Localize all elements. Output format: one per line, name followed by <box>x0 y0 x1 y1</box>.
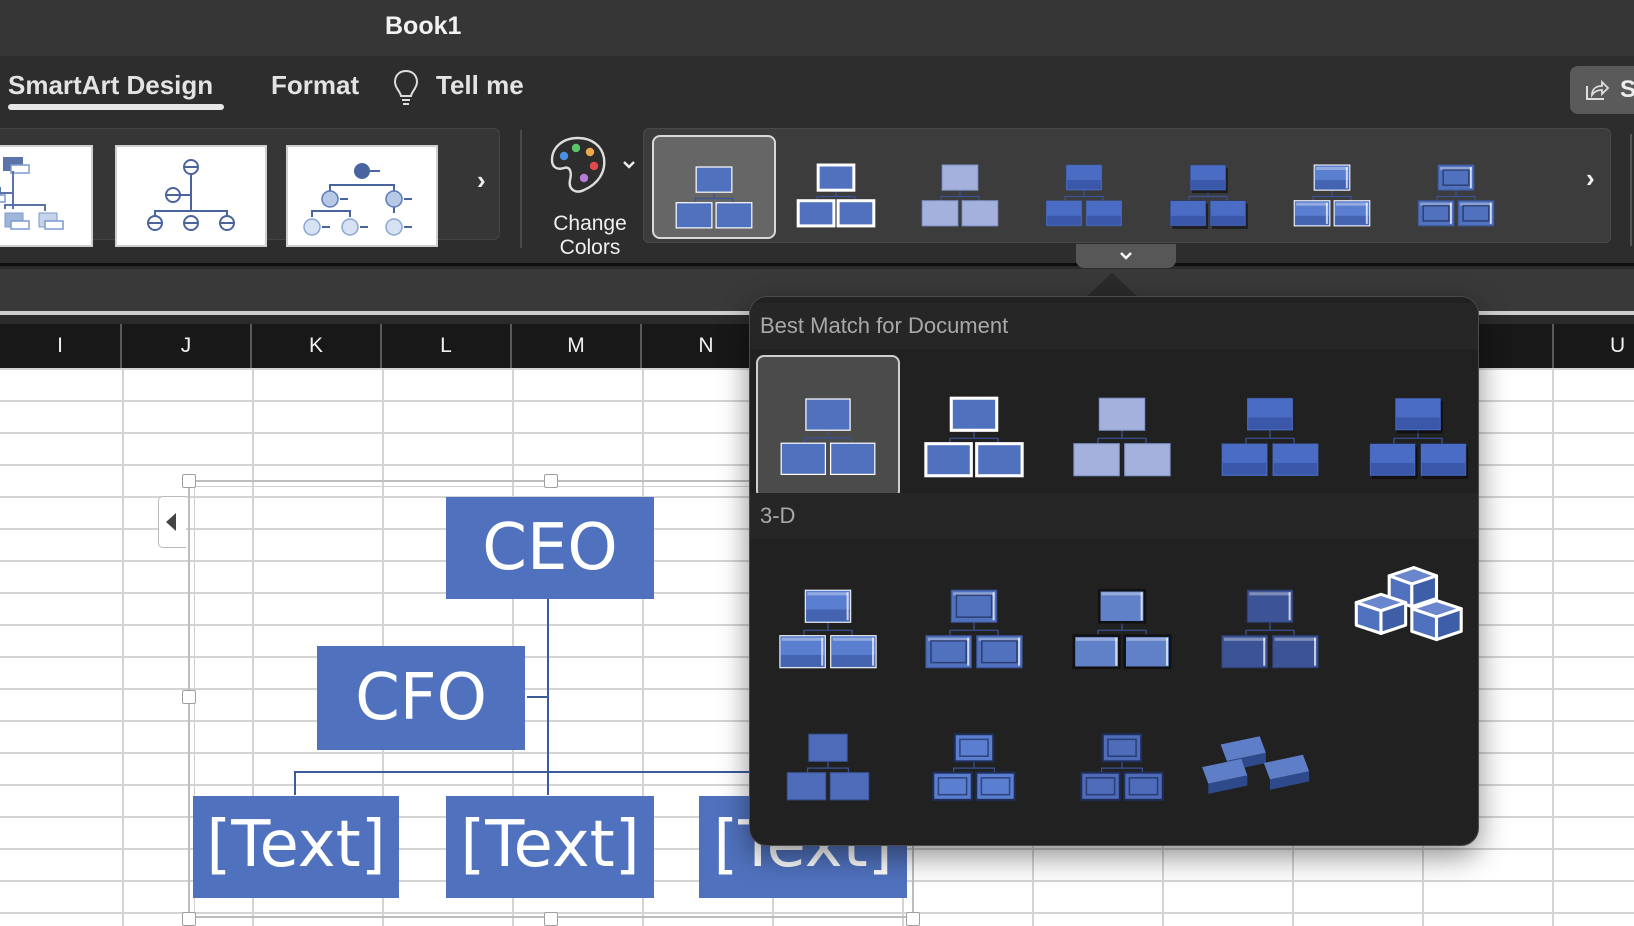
layouts-next-icon[interactable]: › <box>477 165 486 196</box>
tab-smartart-design[interactable]: SmartArt Design <box>8 70 213 101</box>
style-thumb-subtle-effect[interactable] <box>900 135 1024 239</box>
column-header-u[interactable]: U <box>1552 324 1634 368</box>
popup-style-brick-scene[interactable] <box>1346 547 1478 691</box>
style-thumb-intense-effect[interactable] <box>1148 135 1272 239</box>
smartart-node-text[interactable]: [Text] <box>446 796 654 898</box>
popup-pointer <box>1086 273 1138 297</box>
lightbulb-icon[interactable] <box>392 68 420 108</box>
birds-eye-scene-icon <box>1202 736 1310 794</box>
resize-handle-left[interactable] <box>182 690 196 704</box>
smartart-node-cfo[interactable]: CFO <box>317 646 525 750</box>
resize-handle-bottom-left[interactable] <box>182 912 196 926</box>
connector-line <box>294 771 296 795</box>
connector-line <box>294 771 794 773</box>
document-title: Book1 <box>385 12 462 40</box>
resize-handle-top[interactable] <box>544 474 558 488</box>
ribbon-separator <box>1630 134 1632 246</box>
style-thumb-simple-fill[interactable] <box>652 135 776 239</box>
popup-style-moderate-effect[interactable] <box>1198 355 1342 499</box>
layout-thumb-org-chart[interactable] <box>0 145 93 247</box>
popup-style-intense-effect[interactable] <box>1346 355 1478 499</box>
smartart-styles-gallery: › <box>643 128 1611 243</box>
title-bar: Book1 <box>0 0 1634 56</box>
resize-handle-bottom[interactable] <box>544 912 558 926</box>
column-header-j[interactable]: J <box>122 324 252 368</box>
section-header-3d: 3-D <box>750 493 1478 539</box>
column-header-i[interactable]: I <box>0 324 122 368</box>
style-thumb-inset[interactable] <box>1396 135 1520 239</box>
active-tab-indicator <box>8 104 224 110</box>
styles-next-icon[interactable]: › <box>1586 163 1595 194</box>
popup-style-metallic-scene[interactable] <box>902 691 1046 835</box>
popup-style-sunset-scene[interactable] <box>1050 691 1194 835</box>
change-colors-dropdown-icon <box>623 161 635 169</box>
connector-line <box>527 696 549 698</box>
layouts-gallery: › <box>0 128 500 247</box>
share-label: S <box>1620 76 1634 103</box>
popup-style-cartoon[interactable] <box>1050 547 1194 691</box>
style-thumb-white-outline[interactable] <box>776 135 900 239</box>
layout-thumb-circle-hierarchy[interactable] <box>286 145 438 247</box>
popup-style-polished[interactable] <box>756 547 900 691</box>
expand-styles-button[interactable] <box>1076 244 1176 268</box>
change-colors-label-2: Colors <box>559 236 621 259</box>
smartart-styles-popup: Best Match for Document 3-D <box>749 296 1479 846</box>
smartart-node-text[interactable]: [Text] <box>193 796 399 898</box>
share-button[interactable]: S <box>1570 66 1634 114</box>
style-thumb-moderate-effect[interactable] <box>1024 135 1148 239</box>
change-colors-label-1: Change <box>553 212 627 235</box>
tab-format[interactable]: Format <box>271 70 359 101</box>
popup-style-inset[interactable] <box>902 547 1046 691</box>
ribbon-tab-bar: SmartArt Design Format Tell me S <box>0 56 1634 120</box>
section-header-best-match: Best Match for Document <box>750 303 1478 349</box>
ribbon-separator <box>520 130 522 248</box>
popup-style-simple-fill[interactable] <box>756 355 900 499</box>
popup-style-birds-eye-scene[interactable] <box>1198 691 1342 835</box>
ribbon: › Change Colors › <box>0 120 1634 268</box>
column-header-k[interactable]: K <box>252 324 382 368</box>
layout-thumb-hierarchy-circles[interactable] <box>115 145 267 247</box>
popup-style-powder[interactable] <box>1198 547 1342 691</box>
popup-style-flat-scene[interactable] <box>756 691 900 835</box>
resize-handle-top-left[interactable] <box>182 474 196 488</box>
style-thumb-polished[interactable] <box>1272 135 1396 239</box>
caret-left-icon <box>166 513 176 531</box>
palette-icon <box>550 136 606 193</box>
change-colors-button[interactable]: Change Colors <box>540 130 640 259</box>
share-icon <box>1586 79 1610 100</box>
resize-handle-bottom-right[interactable] <box>906 912 920 926</box>
text-pane-toggle[interactable] <box>158 496 186 548</box>
brick-scene-icon <box>1354 566 1463 642</box>
tell-me-search[interactable]: Tell me <box>436 70 524 101</box>
column-header-l[interactable]: L <box>382 324 512 368</box>
popup-style-white-outline[interactable] <box>902 355 1046 499</box>
column-header-m[interactable]: M <box>512 324 642 368</box>
chevron-down-icon <box>1120 252 1132 260</box>
popup-style-subtle-effect[interactable] <box>1050 355 1194 499</box>
smartart-node-ceo[interactable]: CEO <box>446 497 654 599</box>
